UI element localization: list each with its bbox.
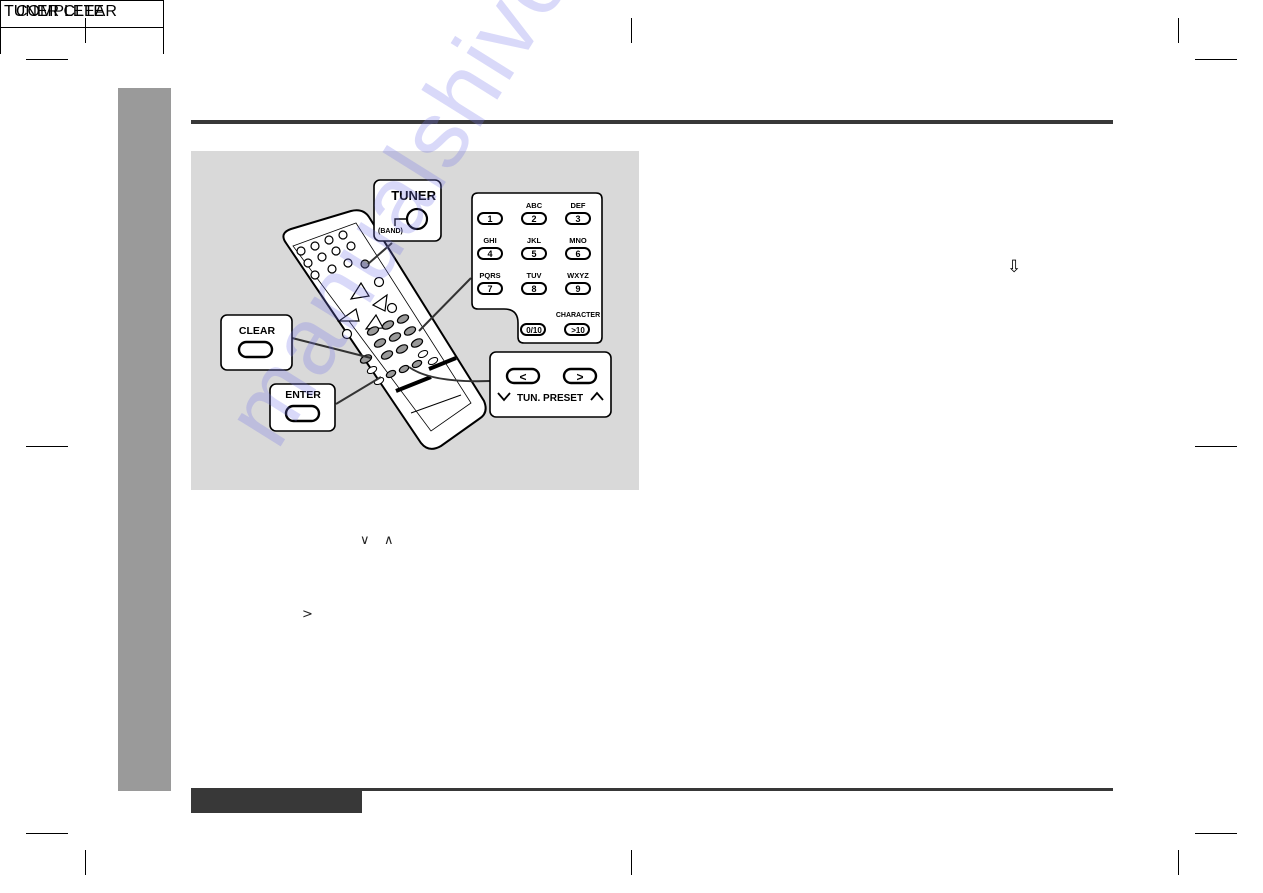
band-label: (BAND) (378, 228, 403, 235)
key-9: WXYZ 9 (565, 271, 591, 295)
key-over-10: >10 (564, 323, 590, 336)
crop-mark (631, 18, 632, 43)
character-label: CHARACTER (556, 312, 600, 319)
clear-label: CLEAR (239, 325, 276, 337)
svg-text:<: < (519, 370, 526, 384)
tun-preset-callout: < > TUN. PRESET (489, 351, 612, 418)
key-letters: JKL (527, 236, 542, 245)
header-rule (191, 120, 1113, 124)
svg-text:>10: >10 (571, 326, 585, 335)
key-digit: 8 (531, 284, 536, 294)
keypad-callout: 1 ABC 2 DEF 3 GHI 4 JKL 5 MNO 6 PQRS 7 TUV 8 WXYZ 9 CHAR… (471, 192, 603, 344)
tun-preset-label: TUN. PRESET (517, 393, 583, 404)
tuner-button-icon (405, 207, 429, 231)
key-digit: 1 (487, 214, 492, 224)
key-digit: 7 (487, 284, 492, 294)
chevron-right-icon: > (302, 607, 313, 622)
crop-mark (85, 18, 86, 43)
key-digit: 5 (531, 249, 536, 259)
key-digit: 9 (575, 284, 580, 294)
key-digit: 3 (575, 214, 580, 224)
key-letters: WXYZ (567, 271, 589, 280)
enter-callout: ENTER (269, 383, 336, 432)
enter-button-icon (284, 404, 321, 423)
key-letters: GHI (483, 236, 496, 245)
svg-text:0/10: 0/10 (526, 326, 542, 335)
crop-mark (1178, 18, 1179, 43)
clear-callout: CLEAR (220, 314, 293, 371)
tuner-callout: TUNER (BAND) (373, 179, 442, 242)
display-complete: COMPLETE (0, 3, 164, 54)
display-line-2: COMPLETE (16, 3, 105, 20)
key-7: PQRS 7 (477, 271, 503, 295)
key-digit: 4 (487, 249, 492, 259)
clear-button-icon (237, 340, 274, 359)
crop-mark (631, 850, 632, 875)
key-6: MNO 6 (565, 236, 591, 260)
chevron-up-icon: ∧ (384, 533, 394, 548)
crop-mark (1195, 833, 1237, 834)
enter-label: ENTER (285, 389, 321, 401)
crop-mark (1195, 59, 1237, 60)
key-0-10: 0/10 (520, 323, 546, 336)
key-letters: DEF (571, 201, 586, 210)
key-letters: PQRS (479, 271, 500, 280)
svg-text:>: > (576, 370, 583, 384)
crop-mark (26, 833, 68, 834)
crop-mark (1178, 850, 1179, 875)
arrow-down-icon: ⇩ (1007, 257, 1022, 277)
footer-tab (191, 789, 362, 813)
crop-mark (85, 850, 86, 875)
crop-mark (1195, 446, 1237, 447)
key-digit: 2 (531, 214, 536, 224)
tuner-label: TUNER (391, 188, 436, 203)
crop-mark (26, 59, 68, 60)
remote-control-illustration: TUNER (BAND) 1 ABC 2 DEF 3 GHI 4 JKL 5 MNO 6 PQRS 7 T… (191, 151, 639, 490)
key-1: 1 (477, 212, 503, 225)
crop-mark (26, 446, 68, 447)
key-letters: TUV (527, 271, 542, 280)
section-sidebar-tab (118, 88, 171, 791)
key-digit: 6 (575, 249, 580, 259)
key-letters: ABC (526, 201, 543, 210)
chevron-down-icon: ∨ (360, 533, 370, 548)
key-letters: MNO (569, 236, 587, 245)
